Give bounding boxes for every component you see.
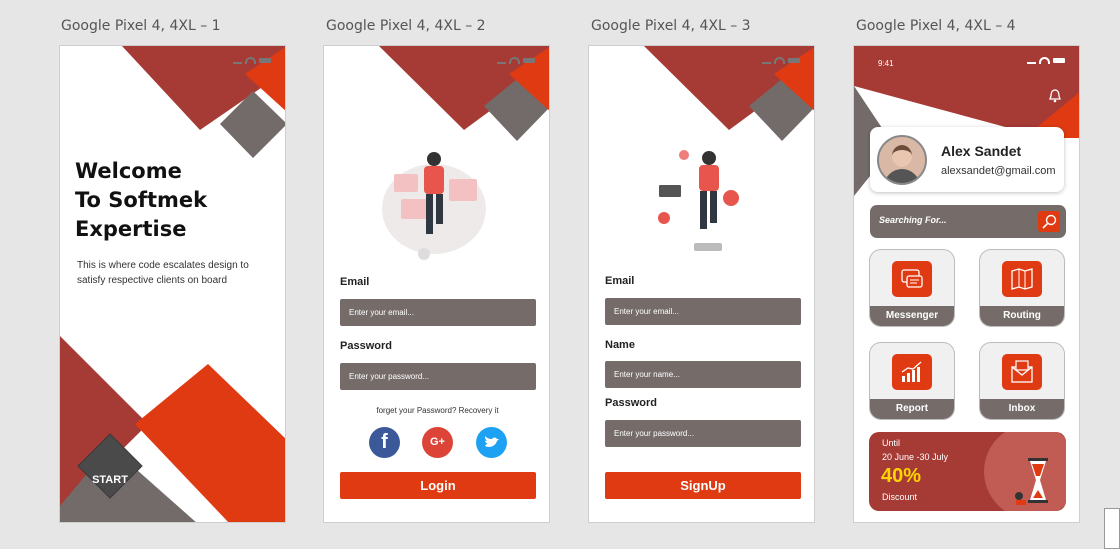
name-label: Name — [605, 339, 635, 351]
password-label: Password — [340, 340, 392, 352]
tile-routing[interactable]: Routing — [979, 249, 1065, 327]
user-name: Alex Sandet — [941, 143, 1022, 159]
hourglass-illustration — [1015, 458, 1048, 505]
frame-title-1: Google Pixel 4, 4XL – 1 — [61, 18, 221, 34]
frame-title-2: Google Pixel 4, 4XL – 2 — [326, 18, 486, 34]
password-field[interactable]: Enter your password... — [605, 420, 801, 447]
status-bar — [233, 56, 271, 64]
status-time: 9:41 — [878, 59, 894, 68]
mail-icon — [1002, 354, 1042, 390]
twitter-bird-glyph — [485, 436, 499, 447]
status-bar — [1027, 56, 1065, 64]
promo-banner[interactable]: Until 20 June -30 July 40% Discount — [869, 432, 1066, 511]
tile-report[interactable]: Report — [869, 342, 955, 420]
login-screen: Email Enter your email... Password Enter… — [323, 45, 550, 523]
user-email: alexsandet@gmail.com — [941, 165, 1056, 177]
login-illustration — [382, 152, 486, 260]
start-button[interactable]: START — [77, 474, 143, 486]
tile-label: Messenger — [870, 306, 954, 326]
tile-inbox[interactable]: Inbox — [979, 342, 1065, 420]
email-field[interactable]: Enter your email... — [605, 298, 801, 325]
search-input[interactable]: Searching For... — [879, 215, 947, 225]
facebook-icon[interactable]: f — [369, 427, 400, 458]
email-label: Email — [340, 276, 370, 288]
frame-title-3: Google Pixel 4, 4XL – 3 — [591, 18, 751, 34]
frame-title-4: Google Pixel 4, 4XL – 4 — [856, 18, 1016, 34]
profile-card[interactable]: Alex Sandet alexsandet@gmail.com — [870, 127, 1064, 192]
chart-icon — [892, 354, 932, 390]
promo-dates: 20 June -30 July — [882, 452, 949, 462]
tile-label: Report — [870, 399, 954, 419]
status-bar — [762, 56, 800, 64]
scroll-corner — [1104, 508, 1120, 549]
tile-messenger[interactable]: Messenger — [869, 249, 955, 327]
twitter-icon[interactable] — [476, 427, 507, 458]
status-bar — [497, 56, 535, 64]
tile-label: Routing — [980, 306, 1064, 326]
bell-icon[interactable] — [1049, 89, 1061, 103]
promo-discount: Discount — [882, 492, 918, 502]
search-bar[interactable]: Searching For... — [870, 205, 1066, 238]
avatar — [877, 135, 927, 185]
welcome-heading: Welcome To Softmek Expertise — [75, 157, 207, 244]
chat-icon — [892, 261, 932, 297]
forgot-password-link[interactable]: forget your Password? Recovery it — [324, 406, 549, 415]
name-field[interactable]: Enter your name... — [605, 361, 801, 388]
promo-percent: 40% — [881, 465, 922, 487]
welcome-screen: Welcome To Softmek Expertise This is whe… — [59, 45, 286, 523]
password-label: Password — [605, 397, 657, 409]
heading-line: Expertise — [75, 217, 187, 241]
email-field[interactable]: Enter your email... — [340, 299, 536, 326]
map-icon — [1002, 261, 1042, 297]
welcome-subtitle: This is where code escalates design to s… — [77, 260, 249, 286]
tile-label: Inbox — [980, 399, 1064, 419]
search-icon[interactable] — [1038, 211, 1060, 232]
email-label: Email — [605, 275, 635, 287]
google-plus-icon[interactable]: G+ — [422, 427, 453, 458]
heading-line: To Softmek — [75, 188, 208, 212]
password-field[interactable]: Enter your password... — [340, 363, 536, 390]
login-button[interactable]: Login — [340, 472, 536, 499]
heading-line: Welcome — [75, 159, 182, 183]
dashboard-screen: 9:41 Alex Sandet alexsandet@gmail.com Se… — [853, 45, 1080, 523]
promo-until: Until — [882, 438, 901, 448]
signup-button[interactable]: SignUp — [605, 472, 801, 499]
signup-screen: Email Enter your email... Name Enter you… — [588, 45, 815, 523]
signup-illustration — [658, 150, 739, 251]
